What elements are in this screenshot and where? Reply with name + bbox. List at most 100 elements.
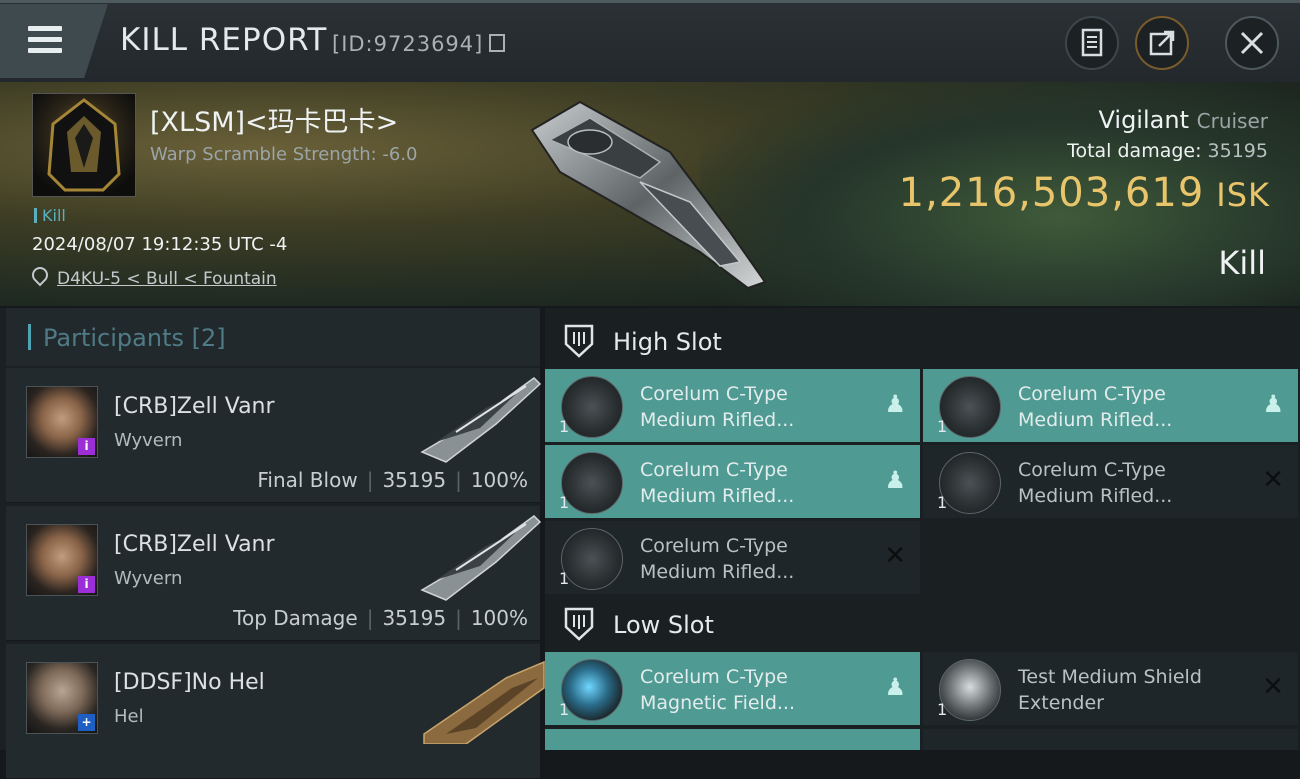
participant-row[interactable]: + [DDSF]No Hel Hel [6,644,545,779]
participant-portrait[interactable]: + [26,662,98,734]
kill-id-label[interactable]: [ID:9723694] [332,32,506,56]
result-label: Kill [1218,244,1266,282]
destroyed-x-icon: ✕ [1262,465,1284,495]
module-item-partial[interactable] [923,729,1298,750]
module-quantity: 1 [937,700,948,719]
module-name-line1: Corelum C-Type [640,459,788,481]
dropped-person-icon: ♟ [1262,390,1284,418]
participant-ship-image [423,660,545,744]
module-name-line2: Medium Rifled... [1018,409,1173,431]
module-name-line1: Corelum C-Type [640,383,788,405]
module-name: Corelum C-Type Medium Rifled... [640,381,794,433]
victim-portrait[interactable] [32,93,136,197]
module-quantity: 1 [559,417,570,436]
participants-title-text: Participants [43,324,184,352]
module-name-line2: Extender [1018,692,1104,714]
share-icon [1149,30,1175,56]
module-item-partial[interactable] [545,729,920,750]
report-icon [1081,28,1103,57]
participant-ship: Wyvern [114,430,183,451]
module-item[interactable]: 1 Corelum C-Type Medium Rifled... ✕ [545,521,920,594]
module-name: Corelum C-Type Medium Rifled... [1018,457,1172,509]
shield-extender-icon [939,659,1001,721]
participants-count: [2] [191,324,226,352]
participant-ship-image [420,515,542,601]
dropped-person-icon: ♟ [884,466,906,494]
module-quantity: 1 [559,569,570,588]
participant-row[interactable]: i [CRB]Zell Vanr Wyvern Final Blow | 35195… [6,368,542,503]
module-name-line2: Medium Rifled... [640,561,795,583]
share-button[interactable] [1135,16,1189,70]
module-name: Corelum C-Type Medium Rifled... [640,457,794,509]
isk-unit: ISK [1216,176,1270,214]
ship-class: Cruiser [1196,109,1268,133]
participant-name: [CRB]Zell Vanr [114,394,275,419]
participant-ship: Hel [114,706,144,727]
participant-ship: Wyvern [114,568,183,589]
module-item[interactable]: 1 Corelum C-Type Medium Rifled... ✕ [923,445,1298,518]
victim-ship-image[interactable] [520,82,790,306]
module-name-line2: Medium Rifled... [640,485,795,507]
kill-tag-label: Kill [42,206,66,225]
low-slot-title: Low Slot [613,611,714,639]
module-name: Corelum C-Type Magnetic Field... [640,664,795,716]
module-name-line2: Magnetic Field... [640,692,796,714]
module-name: Corelum C-Type Medium Rifled... [640,533,794,585]
turret-icon [939,376,1001,438]
turret-icon [561,452,623,514]
participant-portrait[interactable]: i [26,524,98,596]
kill-id-text: [ID:9723694] [332,32,484,56]
participant-percent: 100% [470,468,528,492]
total-damage-value: 35195 [1207,140,1268,162]
module-name-line1: Corelum C-Type [1018,383,1166,405]
header-bar: KILL REPORT [ID:9723694] [0,0,1300,83]
location-pin-icon [28,263,52,287]
module-item[interactable]: 1 Corelum C-Type Medium Rifled... ♟ [923,369,1298,442]
module-name-line1: Corelum C-Type [640,666,788,688]
participants-title: Participants [2] [28,324,226,352]
total-damage-label: Total damage: [1067,140,1202,162]
module-name-line2: Medium Rifled... [640,409,795,431]
participant-ship-image [420,377,542,463]
participant-name: [DDSF]No Hel [114,670,265,695]
module-name-line1: Test Medium Shield [1018,666,1202,688]
module-name: Test Medium Shield Extender [1018,664,1202,716]
module-item[interactable]: 1 Corelum C-Type Medium Rifled... ♟ [545,369,920,442]
participant-damage: 35195 [382,606,447,630]
module-item[interactable]: 1 Test Medium Shield Extender ✕ [923,652,1298,725]
turret-icon [561,376,623,438]
module-quantity: 1 [559,700,570,719]
participant-row[interactable]: i [CRB]Zell Vanr Wyvern Top Damage | 35195… [6,506,542,641]
location-link[interactable]: D4KU-5 < Bull < Fountain [57,269,277,289]
module-quantity: 1 [559,493,570,512]
close-button[interactable] [1225,16,1279,70]
module-name-line1: Corelum C-Type [640,535,788,557]
participant-stats: Top Damage | 35195 | 100% [233,606,528,630]
kill-banner: [XLSM]<玛卡巴卡> Warp Scramble Strength: -6.… [0,82,1300,306]
copy-icon[interactable] [489,34,506,52]
high-slot-icon [564,324,594,358]
module-item[interactable]: 1 Corelum C-Type Medium Rifled... ♟ [545,445,920,518]
module-quantity: 1 [937,493,948,512]
isk-amount: 1,216,503,619 [898,170,1205,216]
victim-ship: Vigilant Cruiser [1099,106,1268,134]
header-top-line [0,0,1300,3]
participant-portrait[interactable]: i [26,386,98,458]
destroyed-x-icon: ✕ [1262,672,1284,702]
low-slot-header: Low Slot [545,595,1300,653]
report-button[interactable] [1065,16,1119,70]
victim-name[interactable]: [XLSM]<玛卡巴卡> [150,100,398,139]
module-item[interactable]: 1 Corelum C-Type Magnetic Field... ♟ [545,652,920,725]
participants-panel: Participants [2] i [CRB]Zell Vanr Wyvern… [0,308,545,779]
participant-name: [CRB]Zell Vanr [114,532,275,557]
participant-role: Final Blow [257,468,358,492]
plus-badge-icon: + [78,714,95,731]
kill-tag: Kill [34,206,66,225]
page-title: KILL REPORT [120,22,328,58]
destroyed-x-icon: ✕ [884,541,906,571]
participants-header: Participants [2] [6,308,540,366]
dropped-person-icon: ♟ [884,390,906,418]
kill-location[interactable]: D4KU-5 < Bull < Fountain [28,263,277,289]
turret-icon [939,452,1001,514]
menu-button[interactable] [0,4,108,78]
